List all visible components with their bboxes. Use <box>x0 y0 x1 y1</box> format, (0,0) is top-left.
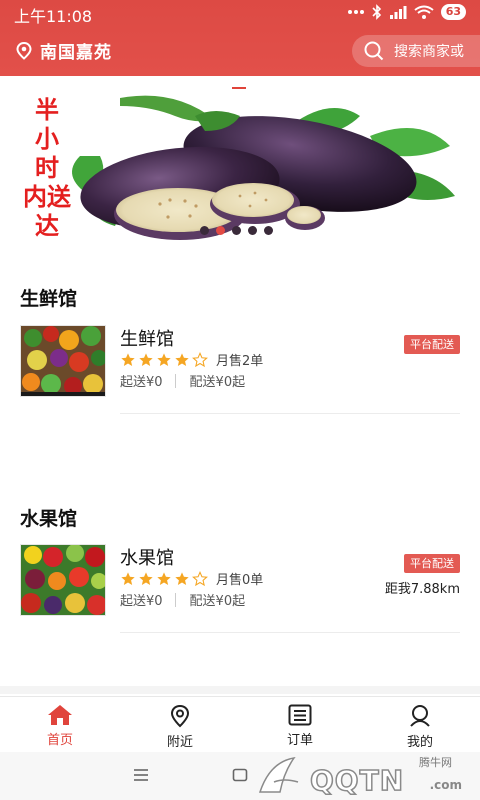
star-filled-icon <box>121 571 135 585</box>
banner-slogan-line: 时 <box>35 154 59 182</box>
delivery-fee: 配送¥0起 <box>189 594 246 609</box>
bottom-navigation: 首页 附近 订单 我的 <box>0 696 480 752</box>
nav-item-home[interactable]: 首页 <box>0 697 120 752</box>
nav-item-nearby[interactable]: 附近 <box>120 697 240 752</box>
star-filled-icon <box>175 571 189 585</box>
delivery-fee: 配送¥0起 <box>189 375 246 390</box>
banner-dot[interactable] <box>216 226 225 235</box>
rating-stars: 月售2单 <box>120 350 263 369</box>
min-order: 起送¥0 <box>120 375 163 390</box>
section-title: 生鲜馆 <box>20 288 78 310</box>
app-bar: 南国嘉苑 搜索商家或 <box>0 26 480 76</box>
banner-pagination <box>200 226 273 235</box>
card-divider <box>120 632 460 633</box>
status-time: 上午11:08 <box>14 7 93 26</box>
star-filled-icon <box>139 352 153 366</box>
watermark-logo-icon <box>258 756 299 793</box>
more-dots-icon <box>347 10 364 14</box>
banner-dot[interactable] <box>248 226 257 235</box>
star-empty-icon <box>192 570 208 586</box>
status-icons: 63 <box>347 4 466 20</box>
app-header: 上午11:08 63 南国嘉苑 搜索商家或 <box>0 0 480 76</box>
status-bar: 上午11:08 63 <box>0 0 480 26</box>
signal-icon <box>389 6 407 19</box>
home-icon <box>48 705 72 725</box>
location-selector[interactable]: 南国嘉苑 <box>16 38 112 63</box>
shop-distance: 距我7.88km <box>384 582 460 597</box>
promo-banner[interactable]: 半 小 时 内送 达 <box>0 76 480 246</box>
star-filled-icon <box>175 352 189 366</box>
banner-dot[interactable] <box>200 226 209 235</box>
shop-card[interactable]: 生鲜馆 月售2单 起送¥0 配送¥0起 平台配送 <box>20 325 460 415</box>
nav-item-mine[interactable]: 我的 <box>360 697 480 752</box>
banner-dot[interactable] <box>264 226 273 235</box>
banner-slogan-line: 小 <box>35 125 59 153</box>
fee-info: 起送¥0 配送¥0起 <box>120 371 245 390</box>
user-icon <box>410 705 430 727</box>
nav-item-orders[interactable]: 订单 <box>240 697 360 752</box>
location-pin-icon <box>16 41 32 60</box>
search-input[interactable]: 搜索商家或 <box>352 35 480 67</box>
nav-label: 首页 <box>46 733 73 748</box>
menu-icon[interactable] <box>133 768 149 782</box>
fee-divider <box>174 373 176 388</box>
banner-slogan-line: 达 <box>35 212 59 240</box>
home-button-icon[interactable] <box>232 768 248 782</box>
rating-stars: 月售0单 <box>120 569 263 588</box>
section-title: 水果馆 <box>20 508 78 530</box>
card-divider <box>120 413 460 414</box>
bluetooth-icon <box>372 4 381 20</box>
shop-name: 生鲜馆 <box>120 329 174 350</box>
star-filled-icon <box>157 352 171 366</box>
search-icon <box>364 41 384 61</box>
banner-slogan-line: 内送 <box>23 183 71 211</box>
banner-dot[interactable] <box>232 226 241 235</box>
min-order: 起送¥0 <box>120 594 163 609</box>
order-list-icon <box>288 704 312 726</box>
battery-indicator: 63 <box>440 4 466 20</box>
shop-thumbnail <box>20 325 106 397</box>
wifi-icon <box>414 5 434 19</box>
fee-info: 起送¥0 配送¥0起 <box>120 590 245 609</box>
banner-slogan-line: 半 <box>35 96 59 124</box>
watermark: QQTN 腾牛网 .com <box>250 752 470 800</box>
star-filled-icon <box>157 571 171 585</box>
location-name: 南国嘉苑 <box>40 43 112 63</box>
star-filled-icon <box>139 571 153 585</box>
location-pin-icon <box>170 704 190 728</box>
fruits-image <box>21 545 105 615</box>
section-separator <box>0 686 480 694</box>
fee-divider <box>174 592 176 607</box>
shop-card[interactable]: 水果馆 月售0单 起送¥0 配送¥0起 平台配送 距我7.88km <box>20 544 460 634</box>
platform-delivery-badge: 平台配送 <box>404 554 460 573</box>
vegetables-image <box>21 326 105 396</box>
monthly-sales: 月售0单 <box>216 573 264 588</box>
nav-label: 附近 <box>166 735 193 750</box>
nav-label: 我的 <box>406 735 433 750</box>
watermark-domain: .com <box>429 778 462 792</box>
search-placeholder: 搜索商家或 <box>394 44 464 60</box>
nav-label: 订单 <box>286 733 313 748</box>
shop-name: 水果馆 <box>120 548 174 569</box>
watermark-subtext: 腾牛网 <box>419 756 452 769</box>
banner-slogan: 半 小 时 内送 达 <box>20 96 74 241</box>
monthly-sales: 月售2单 <box>216 354 264 369</box>
platform-delivery-badge: 平台配送 <box>404 335 460 354</box>
star-filled-icon <box>121 352 135 366</box>
shop-thumbnail <box>20 544 106 616</box>
watermark-text: QQTN <box>309 763 405 798</box>
star-empty-icon <box>192 351 208 367</box>
